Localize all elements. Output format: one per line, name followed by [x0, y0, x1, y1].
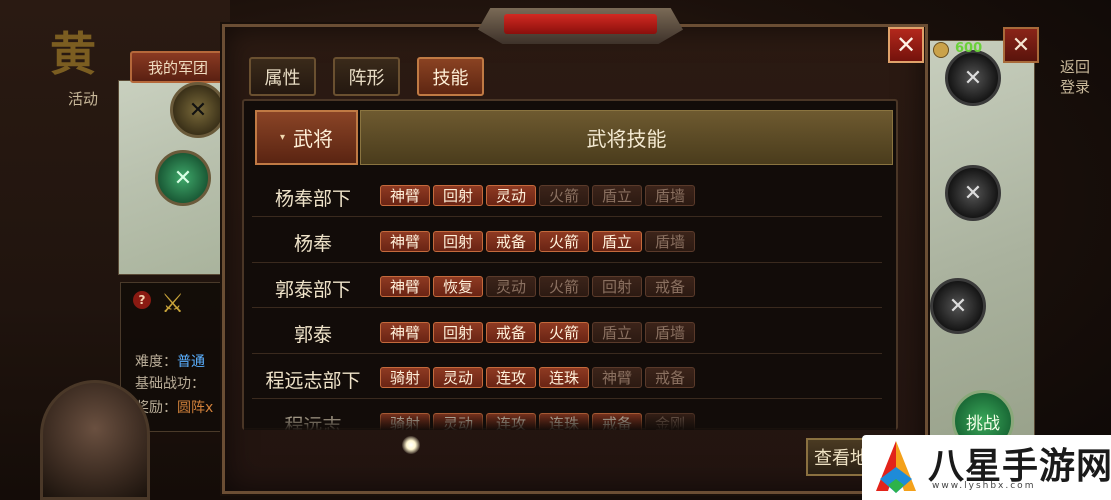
watermark-url: www.lyshbx.com [932, 481, 1036, 491]
dialog-top-ornament [478, 8, 683, 44]
skill-list: 神臂 回射 灵动 火箭 盾立 盾墙 [380, 185, 695, 206]
skill-badge[interactable]: 盾墙 [645, 321, 695, 343]
skill-badge[interactable]: 灵动 [433, 367, 483, 388]
my-army-button[interactable]: 我的军团 [130, 51, 226, 83]
skill-badge[interactable]: 盾墙 [645, 185, 695, 206]
crossed-swords-icon: ✕ [963, 180, 983, 206]
background-close-button[interactable]: ✕ [1003, 27, 1039, 63]
close-icon: ✕ [1011, 32, 1031, 58]
skill-list: 神臂 回射 戒备 火箭 盾立 盾墙 [380, 321, 695, 343]
map-node-gold[interactable]: ✕ [170, 82, 226, 138]
general-name: 郭泰 [293, 324, 332, 346]
skill-badge[interactable]: 回射 [433, 321, 483, 343]
skill-badge[interactable]: 恢复 [433, 276, 483, 297]
skill-badge[interactable]: 灵动 [486, 276, 536, 297]
reward-line: 奖励：圆阵x [135, 397, 213, 417]
general-name: 程远志部下 [265, 369, 361, 392]
skill-badge[interactable]: 盾立 [592, 230, 642, 252]
general-portrait [40, 380, 150, 500]
general-name: 郭泰部下 [274, 278, 351, 301]
skill-badge[interactable]: 骑射 [380, 367, 430, 388]
dialog-close-button[interactable]: ✕ [888, 27, 924, 63]
skill-badge[interactable]: 戒备 [486, 321, 536, 343]
table-row[interactable]: 程远志部下 骑射 灵动 连攻 连珠 神臂 戒备 [252, 359, 882, 399]
tab-attributes[interactable]: 属性 [249, 57, 316, 96]
skill-list: 神臂 回射 戒备 火箭 盾立 盾墙 [380, 230, 695, 252]
skill-badge[interactable]: 回射 [433, 185, 483, 206]
crossed-swords-icon: ✕ [948, 293, 968, 319]
event-title-char: 黄 [50, 27, 96, 81]
map-node-dark[interactable]: ✕ [930, 278, 986, 334]
site-logo-icon [876, 441, 916, 493]
glow-sparkle-icon [402, 436, 420, 454]
skill-badge[interactable]: 盾立 [592, 185, 642, 206]
skill-badge[interactable]: 盾立 [592, 321, 642, 343]
skill-list: 神臂 恢复 灵动 火箭 回射 戒备 [380, 276, 695, 297]
crossed-swords-icon: ⚔ [161, 289, 185, 319]
close-icon: ✕ [895, 31, 917, 59]
skill-badge[interactable]: 火箭 [539, 321, 589, 343]
base-power-line: 基础战功： [135, 373, 205, 393]
skill-badge[interactable]: 神臂 [380, 230, 430, 252]
scroll-fade [244, 410, 896, 430]
skill-badge[interactable]: 回射 [433, 230, 483, 252]
table-row[interactable]: 郭泰部下 神臂 恢复 灵动 火箭 回射 戒备 [252, 268, 882, 308]
skill-badge[interactable]: 回射 [592, 276, 642, 297]
reward-value: 圆阵x [177, 400, 214, 416]
watermark: 八星手游网 www.lyshbx.com [862, 435, 1111, 500]
map-node-green[interactable]: ✕ [155, 150, 211, 206]
skill-badge[interactable]: 火箭 [539, 230, 589, 252]
table-row[interactable]: 杨奉 神臂 回射 戒备 火箭 盾立 盾墙 [252, 223, 882, 263]
skill-badge[interactable]: 神臂 [380, 276, 430, 297]
table-row[interactable]: 杨奉部下 神臂 回射 灵动 火箭 盾立 盾墙 [252, 177, 882, 217]
skill-badge[interactable]: 神臂 [380, 185, 430, 206]
crossed-swords-icon: ✕ [173, 165, 193, 191]
table-row[interactable]: 郭泰 神臂 回射 戒备 火箭 盾立 盾墙 [252, 314, 882, 354]
difficulty-value: 普通 [177, 354, 205, 370]
skill-badge[interactable]: 神臂 [380, 321, 430, 343]
help-icon[interactable]: ? [133, 291, 151, 309]
skill-badge[interactable]: 戒备 [645, 276, 695, 297]
crossed-swords-icon: ✕ [963, 65, 983, 91]
activity-label[interactable]: 活动 [68, 88, 98, 109]
general-name: 杨奉部下 [274, 187, 351, 210]
skill-badge[interactable]: 戒备 [486, 230, 536, 252]
coin-value: 600 [955, 41, 983, 56]
difficulty-line: 难度：普通 [135, 351, 205, 371]
tab-skills[interactable]: 技能 [417, 57, 484, 96]
skill-badge[interactable]: 连攻 [486, 367, 536, 388]
skill-badge[interactable]: 火箭 [539, 276, 589, 297]
map-node-dark[interactable]: ✕ [945, 165, 1001, 221]
base-power-label: 基础战功： [135, 376, 205, 392]
skill-badge[interactable]: 盾墙 [645, 230, 695, 252]
skill-list: 骑射 灵动 连攻 连珠 神臂 戒备 [380, 367, 695, 388]
skill-badge[interactable]: 戒备 [645, 367, 695, 388]
skill-badge[interactable]: 灵动 [486, 185, 536, 206]
crossed-swords-icon: ✕ [188, 97, 208, 123]
skill-badge[interactable]: 神臂 [592, 367, 642, 388]
tab-formation[interactable]: 阵形 [333, 57, 400, 96]
difficulty-label: 难度： [135, 354, 177, 370]
coin-icon [933, 42, 949, 58]
return-label-1[interactable]: 返回 [1060, 56, 1090, 77]
skill-badge[interactable]: 连珠 [539, 367, 589, 388]
return-label-2[interactable]: 登录 [1060, 76, 1090, 97]
general-name: 杨奉 [293, 233, 332, 255]
map-node-dark[interactable]: ✕ [945, 50, 1001, 106]
skill-badge[interactable]: 火箭 [539, 185, 589, 206]
